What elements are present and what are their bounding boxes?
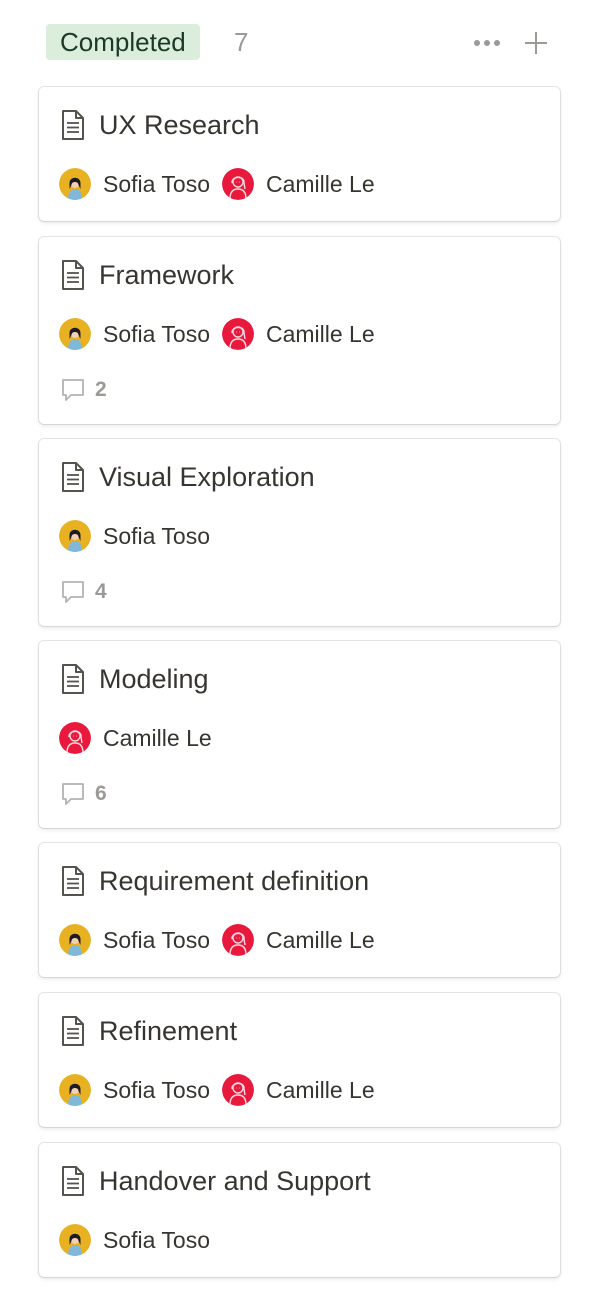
- card-title: UX Research: [99, 109, 260, 140]
- comment-icon: [59, 578, 87, 606]
- comment-icon: [59, 780, 87, 808]
- board-card[interactable]: Refinement Sofia Toso Camille Le: [39, 993, 560, 1127]
- assignees: Sofia Toso: [59, 1223, 222, 1257]
- person-name: Camille Le: [265, 926, 375, 953]
- person-camille[interactable]: Camille Le: [222, 168, 375, 200]
- avatar: [222, 168, 254, 200]
- person-name: Sofia Toso: [103, 926, 210, 953]
- person-sofia[interactable]: Sofia Toso: [59, 924, 210, 956]
- assignees: Sofia Toso Camille Le: [59, 1073, 387, 1107]
- card-title: Refinement: [99, 1015, 238, 1046]
- person-name: Camille Le: [265, 1076, 375, 1103]
- card-title: Requirement definition: [99, 865, 370, 896]
- avatar: [59, 924, 91, 956]
- avatar: [59, 318, 91, 350]
- card-title: Handover and Support: [99, 1165, 371, 1196]
- more-horizontal-icon: [474, 40, 500, 46]
- status-badge[interactable]: Completed: [46, 24, 200, 60]
- avatar: [59, 1074, 91, 1106]
- person-name: Sofia Toso: [103, 1226, 210, 1253]
- avatar: [222, 924, 254, 956]
- avatar: [222, 1074, 254, 1106]
- avatar: [59, 168, 91, 200]
- avatar: [222, 318, 254, 350]
- assignees: Sofia Toso Camille Le: [59, 923, 387, 957]
- assignees: Camille Le: [59, 721, 224, 755]
- assignees: Sofia Toso Camille Le: [59, 167, 387, 201]
- person-sofia[interactable]: Sofia Toso: [59, 168, 210, 200]
- person-name: Camille Le: [265, 170, 375, 197]
- person-name: Sofia Toso: [103, 522, 210, 549]
- board-card[interactable]: Handover and Support Sofia Toso: [39, 1143, 560, 1277]
- person-sofia[interactable]: Sofia Toso: [59, 318, 210, 350]
- person-sofia[interactable]: Sofia Toso: [59, 520, 210, 552]
- person-camille[interactable]: Camille Le: [59, 722, 212, 754]
- card-count: 7: [234, 27, 249, 57]
- column-header: Completed 7: [46, 24, 562, 62]
- more-options-button[interactable]: [470, 26, 504, 60]
- person-name: Sofia Toso: [103, 320, 210, 347]
- page-icon: [59, 109, 87, 141]
- assignees: Sofia Toso: [59, 519, 222, 553]
- person-camille[interactable]: Camille Le: [222, 318, 375, 350]
- board-card[interactable]: UX Research Sofia Toso Camille Le: [39, 87, 560, 221]
- add-card-button[interactable]: [519, 26, 553, 60]
- board-card[interactable]: Framework Sofia Toso Camille Le 2: [39, 237, 560, 424]
- card-title: Modeling: [99, 663, 209, 694]
- person-camille[interactable]: Camille Le: [222, 1074, 375, 1106]
- person-sofia[interactable]: Sofia Toso: [59, 1224, 210, 1256]
- board-card[interactable]: Visual Exploration Sofia Toso 4: [39, 439, 560, 626]
- person-camille[interactable]: Camille Le: [222, 924, 375, 956]
- person-name: Sofia Toso: [103, 1076, 210, 1103]
- avatar: [59, 520, 91, 552]
- plus-icon: [525, 32, 547, 54]
- comment-icon: [59, 376, 87, 404]
- assignees: Sofia Toso Camille Le: [59, 317, 387, 351]
- page-icon: [59, 461, 87, 493]
- page-icon: [59, 259, 87, 291]
- comment-count: 4: [59, 577, 107, 607]
- person-name: Camille Le: [265, 320, 375, 347]
- person-sofia[interactable]: Sofia Toso: [59, 1074, 210, 1106]
- page-icon: [59, 1015, 87, 1047]
- comment-count: 2: [59, 375, 107, 405]
- avatar: [59, 722, 91, 754]
- person-name: Camille Le: [103, 724, 212, 751]
- page-icon: [59, 865, 87, 897]
- board-card[interactable]: Modeling Camille Le 6: [39, 641, 560, 828]
- board-card[interactable]: Requirement definition Sofia Toso Camill…: [39, 843, 560, 977]
- card-title: Visual Exploration: [99, 461, 315, 492]
- card-title: Framework: [99, 259, 235, 290]
- avatar: [59, 1224, 91, 1256]
- comment-count: 6: [59, 779, 107, 809]
- page-icon: [59, 663, 87, 695]
- page-icon: [59, 1165, 87, 1197]
- person-name: Sofia Toso: [103, 170, 210, 197]
